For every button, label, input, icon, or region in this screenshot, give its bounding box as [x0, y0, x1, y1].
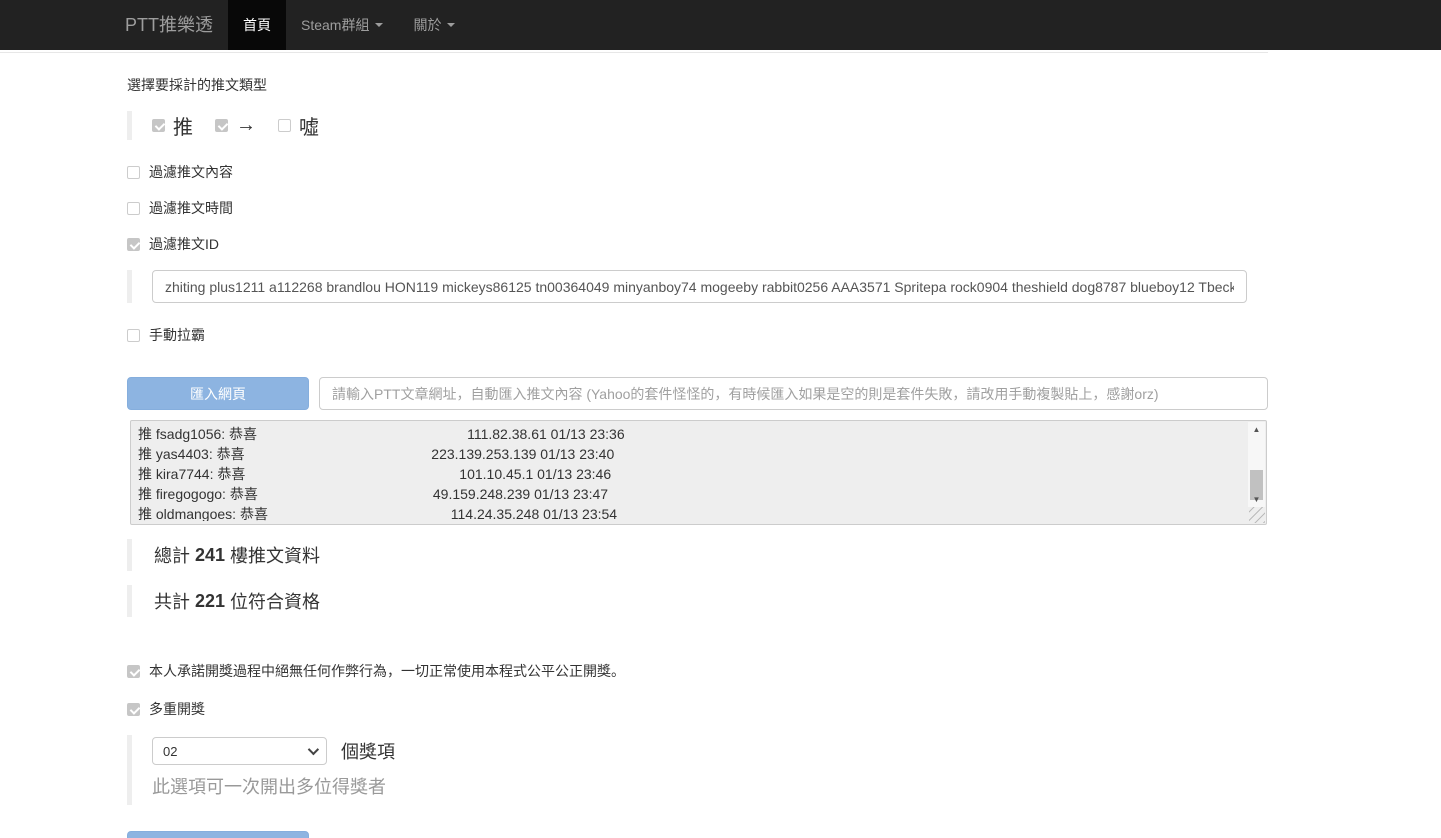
id-filter-row	[127, 270, 1300, 303]
id-filter-input[interactable]	[152, 270, 1247, 303]
filter-id-label: 過濾推文ID	[149, 236, 219, 252]
push-type-push-checkbox[interactable]	[152, 119, 165, 132]
filter-content-checkbox[interactable]	[127, 165, 140, 179]
section-left-bar	[127, 270, 132, 303]
prize-count-select[interactable]: 02	[152, 737, 327, 765]
manual-slot-label: 手動拉霸	[149, 327, 205, 343]
multi-draw-label: 多重開獎	[149, 701, 205, 717]
section-left-bar	[127, 735, 132, 805]
import-row: 匯入網頁	[127, 377, 1300, 410]
filter-time-label: 過濾推文時間	[149, 200, 233, 216]
push-type-options: 推 → 噓	[127, 107, 1300, 144]
fairness-promise-row: 本人承諾開獎過程中絕無任何作弊行為，一切正常使用本程式公平公正開獎。	[127, 661, 1300, 681]
eligible-users-stat: 共計 221 位符合資格	[127, 585, 1300, 617]
push-type-section-label: 選擇要採計的推文類型	[127, 77, 267, 93]
chevron-down-icon	[375, 23, 384, 27]
push-type-option-boo: 噓	[278, 111, 319, 140]
manual-slot-row: 手動拉霸	[127, 325, 1300, 345]
filter-time-row: 過濾推文時間	[127, 198, 1300, 218]
filter-time-checkbox[interactable]	[127, 201, 140, 215]
fairness-promise-checkbox[interactable]	[127, 664, 140, 678]
push-content-textarea[interactable]: 推 fsadg1056: 恭喜 111.82.38.61 01/13 23:36…	[130, 420, 1267, 525]
main-content: 選擇要採計的推文類型 推 → 噓 過濾推文內容 過濾推文時間 過濾推文ID zh…	[0, 53, 1300, 838]
nav-item-about-label: 關於	[413, 17, 442, 33]
section-left-bar	[127, 585, 132, 617]
prize-count-selected-value: 02	[163, 743, 178, 759]
push-content-text: 推 fsadg1056: 恭喜 111.82.38.61 01/13 23:36…	[138, 426, 625, 521]
nav-item-home-label: 首頁	[243, 17, 271, 33]
prize-count-section: 02 個獎項 此選項可一次開出多位得獎者	[127, 735, 1300, 805]
push-type-boo-checkbox[interactable]	[278, 119, 291, 132]
navbar-brand[interactable]: PTT推樂透	[110, 0, 228, 50]
navbar: PTT推樂透 首頁 Steam群組 關於	[0, 0, 1441, 50]
prize-count-suffix-label: 個獎項	[341, 742, 395, 762]
push-type-boo-label: 噓	[299, 117, 319, 139]
section-left-bar	[127, 111, 132, 140]
push-type-push-label: 推	[173, 117, 193, 139]
textarea-scrollbar[interactable]: ▲ ▼	[1248, 422, 1265, 507]
total-stat-prefix: 總計	[154, 546, 190, 566]
total-pushes-stat: 總計 241 樓推文資料	[127, 539, 1300, 571]
nav-item-steam-group-label: Steam群組	[301, 17, 370, 33]
scroll-down-arrow-icon[interactable]: ▼	[1248, 492, 1265, 507]
chevron-down-icon	[307, 743, 320, 756]
fairness-promise-label: 本人承諾開獎過程中絕無任何作弊行為，一切正常使用本程式公平公正開獎。	[149, 663, 625, 679]
resize-grip-icon[interactable]	[1249, 507, 1265, 523]
filter-id-checkbox[interactable]	[127, 237, 140, 251]
push-type-arrow-checkbox[interactable]	[215, 119, 228, 132]
push-type-arrow-label: →	[236, 114, 256, 136]
nav-item-steam-group[interactable]: Steam群組	[286, 0, 398, 50]
total-stat-suffix: 樓推文資料	[230, 546, 321, 566]
push-type-option-push: 推	[152, 111, 193, 140]
nav-item-about[interactable]: 關於	[398, 0, 470, 50]
article-url-input[interactable]	[319, 377, 1268, 410]
filter-id-row: 過濾推文ID	[127, 234, 1300, 254]
section-left-bar	[127, 539, 132, 571]
push-type-option-arrow: →	[215, 114, 256, 137]
import-page-button[interactable]: 匯入網頁	[127, 377, 309, 410]
filter-content-label: 過濾推文內容	[149, 164, 233, 180]
multi-draw-row: 多重開獎	[127, 699, 1300, 719]
eligible-stat-count: 221	[195, 590, 226, 611]
scroll-up-arrow-icon[interactable]: ▲	[1248, 422, 1265, 437]
chevron-down-icon	[447, 23, 456, 27]
filter-content-row: 過濾推文內容	[127, 162, 1300, 182]
total-stat-count: 241	[195, 544, 226, 565]
eligible-stat-prefix: 共計	[154, 592, 190, 612]
multi-draw-checkbox[interactable]	[127, 702, 140, 716]
manual-slot-checkbox[interactable]	[127, 328, 140, 342]
eligible-stat-suffix: 位符合資格	[230, 592, 321, 612]
nav-item-home[interactable]: 首頁	[228, 0, 286, 50]
draw-button[interactable]: 開獎！	[127, 831, 309, 838]
multi-draw-hint: 此選項可一次開出多位得獎者	[152, 777, 386, 797]
